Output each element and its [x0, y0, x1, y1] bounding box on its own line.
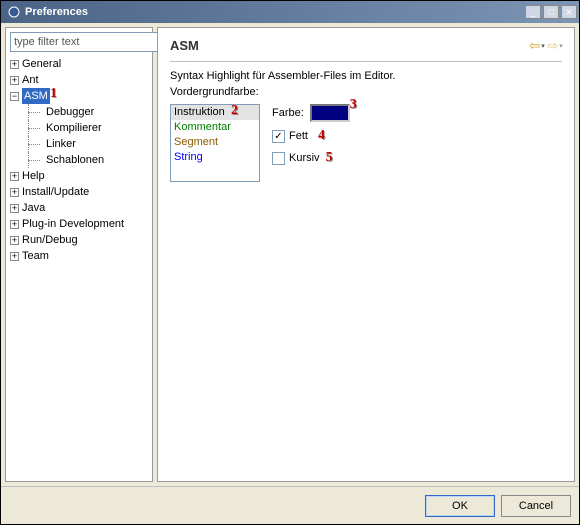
tree-item-team[interactable]: +Team: [10, 248, 148, 264]
tree-item-install[interactable]: +Install/Update: [10, 184, 148, 200]
cancel-button[interactable]: Cancel: [501, 495, 571, 517]
forward-button[interactable]: ⇨▾: [548, 39, 562, 53]
page-header: ASM ⇦▾ ⇨▾: [170, 38, 562, 62]
annotation-4: 4: [318, 128, 325, 144]
sidebar: ▼ +General +Ant −ASM 1 Debugger Kompilie…: [5, 27, 153, 482]
tree-item-java[interactable]: +Java: [10, 200, 148, 216]
color-row: Farbe: 3: [272, 104, 357, 122]
titlebar: Preferences _ □ ✕: [1, 1, 579, 23]
close-button[interactable]: ✕: [561, 5, 577, 19]
italic-checkbox[interactable]: [272, 152, 285, 165]
foreground-label: Vordergrundfarbe:: [170, 86, 562, 98]
expand-icon[interactable]: +: [10, 236, 19, 245]
preference-page: ASM ⇦▾ ⇨▾ Syntax Highlight für Assembler…: [157, 27, 575, 482]
tree-item-help[interactable]: +Help: [10, 168, 148, 184]
window-body: ▼ +General +Ant −ASM 1 Debugger Kompilie…: [1, 23, 579, 486]
italic-label: Kursiv: [289, 152, 320, 164]
preferences-window: Preferences _ □ ✕ ▼ +General +Ant −ASM 1…: [0, 0, 580, 525]
tree-item-general[interactable]: +General: [10, 56, 148, 72]
bold-row: ✓ Fett 4: [272, 128, 357, 144]
collapse-icon[interactable]: −: [10, 92, 19, 101]
annotation-1: 1: [50, 86, 57, 102]
color-label: Farbe:: [272, 107, 304, 119]
window-title: Preferences: [25, 6, 523, 18]
ok-button[interactable]: OK: [425, 495, 495, 517]
button-bar: OK Cancel: [1, 486, 579, 524]
tree-item-schablonen[interactable]: Schablonen: [10, 152, 148, 168]
tree-item-asm[interactable]: −ASM 1: [10, 88, 148, 104]
expand-icon[interactable]: +: [10, 76, 19, 85]
annotation-5: 5: [326, 150, 333, 166]
back-button[interactable]: ⇦▾: [530, 39, 544, 53]
annotation-3: 3: [350, 97, 357, 113]
maximize-button[interactable]: □: [543, 5, 559, 19]
expand-icon[interactable]: +: [10, 188, 19, 197]
expand-icon[interactable]: +: [10, 204, 19, 213]
tree-item-kompilierer[interactable]: Kompilierer: [10, 120, 148, 136]
list-item-string[interactable]: String: [171, 150, 259, 165]
color-picker-button[interactable]: [310, 104, 350, 122]
tree-item-debugger[interactable]: Debugger: [10, 104, 148, 120]
page-title: ASM: [170, 38, 526, 53]
expand-icon[interactable]: +: [10, 60, 19, 69]
bold-checkbox[interactable]: ✓: [272, 130, 285, 143]
chevron-down-icon: ▾: [559, 42, 563, 50]
tree-item-run[interactable]: +Run/Debug: [10, 232, 148, 248]
tree-item-ant[interactable]: +Ant: [10, 72, 148, 88]
preferences-tree: +General +Ant −ASM 1 Debugger Kompiliere…: [10, 56, 148, 477]
expand-icon[interactable]: +: [10, 220, 19, 229]
filter-row: ▼: [10, 32, 148, 52]
list-item-kommentar[interactable]: Kommentar: [171, 120, 259, 135]
expand-icon[interactable]: +: [10, 172, 19, 181]
filter-input[interactable]: [10, 32, 160, 52]
expand-icon[interactable]: +: [10, 252, 19, 261]
bold-label: Fett: [289, 130, 308, 142]
list-item-instruktion[interactable]: Instruktion: [171, 105, 259, 120]
italic-row: Kursiv 5: [272, 150, 357, 166]
token-listbox[interactable]: Instruktion Kommentar Segment String 2: [170, 104, 260, 182]
controls-row: Instruktion Kommentar Segment String 2 F…: [170, 104, 562, 182]
page-description: Syntax Highlight für Assembler-Files im …: [170, 70, 562, 82]
window-icon: [7, 5, 21, 19]
chevron-down-icon: ▾: [541, 42, 545, 50]
minimize-button[interactable]: _: [525, 5, 541, 19]
tree-item-plugin[interactable]: +Plug-in Development: [10, 216, 148, 232]
style-controls: Farbe: 3 ✓ Fett 4 Kursiv 5: [272, 104, 357, 166]
tree-item-linker[interactable]: Linker: [10, 136, 148, 152]
list-item-segment[interactable]: Segment: [171, 135, 259, 150]
